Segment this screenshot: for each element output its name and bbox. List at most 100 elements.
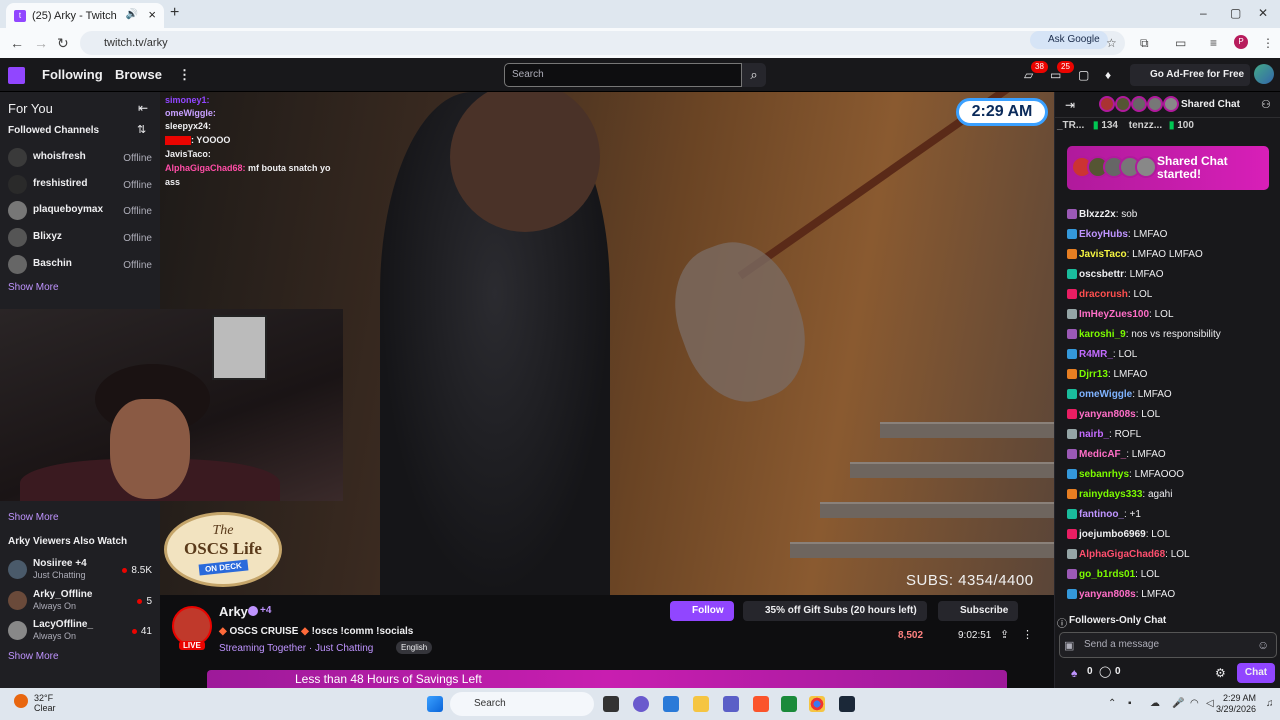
collab-count[interactable]: +4: [260, 605, 271, 616]
chat-username[interactable]: ImHeyZues100: [1079, 309, 1149, 320]
taskbar-search[interactable]: Search: [450, 692, 594, 716]
chat-input[interactable]: Send a message: [1059, 632, 1277, 658]
chat-username[interactable]: sebanrhys: [1079, 469, 1129, 480]
sidebar-item-baschin[interactable]: Baschin Offline: [8, 253, 154, 277]
maximize-icon[interactable]: ▢: [1230, 6, 1241, 20]
emote-icon[interactable]: ☺: [1257, 638, 1269, 652]
sidebar-item-freshistired[interactable]: freshistired Offline: [8, 173, 154, 197]
chat-username[interactable]: MedicAF_: [1079, 449, 1126, 460]
share-icon[interactable]: ⇪: [1000, 628, 1009, 641]
chat-username[interactable]: rainydays333: [1079, 489, 1142, 500]
profile-avatar[interactable]: P: [1234, 35, 1248, 49]
bookmark-star-icon[interactable]: ☆: [1106, 36, 1117, 50]
file-explorer-icon[interactable]: [693, 696, 709, 712]
users-icon[interactable]: ⚇: [1261, 98, 1271, 111]
wifi-icon[interactable]: ◠: [1190, 698, 1199, 709]
more-options-icon[interactable]: ⋮: [1022, 628, 1033, 641]
browser-tab[interactable]: t (25) Arky - Twitch 🔊 ×: [6, 3, 164, 28]
show-more-link[interactable]: Show More: [8, 512, 59, 523]
follow-button[interactable]: Follow: [670, 601, 734, 621]
channel-points-icon[interactable]: ♠: [1071, 666, 1077, 680]
chat-settings-icon[interactable]: ⚙: [1215, 666, 1226, 680]
chat-username[interactable]: EkoyHubs: [1079, 229, 1128, 240]
app-icon[interactable]: [781, 696, 797, 712]
close-window-icon[interactable]: ✕: [1258, 6, 1268, 20]
address-bar[interactable]: twitch.tv/arky: [80, 31, 1125, 55]
sort-icon[interactable]: ⇅: [137, 123, 146, 136]
subscribe-button[interactable]: Subscribe: [938, 601, 1019, 621]
chat-username[interactable]: go_b1rds01: [1079, 569, 1135, 580]
extensions-icon[interactable]: ⧉: [1140, 36, 1149, 51]
sidebar-item-arky-offline[interactable]: Arky_Offline Always On 5: [8, 589, 154, 615]
audio-icon[interactable]: 🔊: [126, 9, 138, 20]
mic-icon[interactable]: 🎤: [1172, 698, 1184, 709]
prime-crown-icon[interactable]: ♦: [1105, 68, 1111, 82]
chat-username[interactable]: R4MR_: [1079, 349, 1113, 360]
chat-username[interactable]: Blxzz2x: [1079, 209, 1116, 220]
language-tag[interactable]: English: [396, 641, 433, 654]
ask-google-button[interactable]: Ask Google: [1030, 31, 1108, 49]
gift-subs-button[interactable]: 35% off Gift Subs (20 hours left): [743, 601, 927, 621]
steam-icon[interactable]: [839, 696, 855, 712]
teams-icon[interactable]: [723, 696, 739, 712]
user-avatar[interactable]: [1254, 64, 1274, 84]
collapse-chat-icon[interactable]: ⇥: [1065, 98, 1075, 112]
chat-username[interactable]: fantinoo_: [1079, 509, 1124, 520]
nav-following[interactable]: Following: [42, 67, 103, 82]
whispers-icon[interactable]: ▢: [1078, 68, 1089, 82]
twitch-logo-icon[interactable]: [8, 67, 25, 84]
predictions-icon[interactable]: ◯: [1099, 665, 1111, 678]
chat-username[interactable]: dracorush: [1079, 289, 1128, 300]
chat-username[interactable]: omeWiggle: [1079, 389, 1132, 400]
chat-username[interactable]: oscsbettr: [1079, 269, 1124, 280]
cast-icon[interactable]: ▭: [1175, 36, 1186, 50]
search-icon[interactable]: ⌕: [742, 63, 766, 87]
reading-list-icon[interactable]: ≡: [1210, 36, 1217, 50]
chat-username[interactable]: AlphaGigaChad68: [1079, 549, 1165, 560]
browser-menu-icon[interactable]: ⋮: [1262, 36, 1274, 50]
more-menu-icon[interactable]: ⋮: [178, 67, 191, 83]
task-view-icon[interactable]: [603, 696, 619, 712]
collapse-sidebar-icon[interactable]: ⇤: [138, 101, 148, 115]
nav-browse[interactable]: Browse: [115, 67, 162, 82]
sidebar-item-blixyz[interactable]: Blixyz Offline: [8, 226, 154, 250]
chrome-icon[interactable]: [809, 696, 825, 712]
minimize-icon[interactable]: –: [1200, 6, 1207, 20]
brave-icon[interactable]: [753, 696, 769, 712]
reload-icon[interactable]: ↻: [57, 35, 69, 52]
shared-chat-title[interactable]: Shared Chat: [1181, 99, 1240, 110]
new-tab-button[interactable]: +: [170, 4, 179, 22]
copilot-icon[interactable]: [633, 696, 649, 712]
tray-chevron-icon[interactable]: ⌃: [1108, 698, 1116, 709]
channel-name[interactable]: Arky: [219, 604, 248, 619]
stream-category[interactable]: Streaming Together · Just Chatting: [219, 643, 373, 654]
chat-username[interactable]: karoshi_9: [1079, 329, 1126, 340]
chat-username[interactable]: yanyan808s: [1079, 409, 1136, 420]
chat-username[interactable]: Djrr13: [1079, 369, 1108, 380]
forward-icon[interactable]: →: [34, 35, 48, 51]
chat-send-button[interactable]: Chat: [1237, 663, 1275, 683]
weather-widget[interactable]: 32°F Clear: [34, 693, 56, 713]
sidebar-item-plaqueboymax[interactable]: plaqueboymax Offline: [8, 199, 154, 223]
search-input[interactable]: Search: [504, 63, 742, 87]
promo-banner[interactable]: Less than 48 Hours of Savings Left: [207, 670, 1007, 688]
tray-app-icon[interactable]: ▪: [1128, 698, 1132, 709]
bits-icon[interactable]: ▣: [1064, 639, 1074, 652]
store-icon[interactable]: [663, 696, 679, 712]
weather-icon[interactable]: [14, 694, 28, 708]
show-more-link[interactable]: Show More: [8, 651, 59, 662]
sidebar-item-nosiiree[interactable]: Nosiiree +4 Just Chatting 8.5K: [8, 558, 154, 584]
chat-username[interactable]: yanyan808s: [1079, 589, 1136, 600]
chat-username[interactable]: JavisTaco: [1079, 249, 1127, 260]
chat-username[interactable]: nairb_: [1079, 429, 1109, 440]
channel-avatar[interactable]: [172, 606, 212, 646]
windows-start-icon[interactable]: [427, 696, 443, 712]
system-clock[interactable]: 2:29 AM 3/29/2026: [1216, 693, 1256, 715]
tray-cloud-icon[interactable]: ☁: [1150, 698, 1160, 709]
sidebar-item-lacyoffline[interactable]: LacyOffline_ Always On 41: [8, 619, 154, 645]
volume-icon[interactable]: ◁: [1206, 698, 1214, 709]
notification-bell-icon[interactable]: ♫: [1266, 698, 1274, 709]
chat-username[interactable]: joejumbo6969: [1079, 529, 1146, 540]
sidebar-item-whoisfresh[interactable]: whoisfresh Offline: [8, 146, 154, 170]
back-icon[interactable]: ←: [10, 35, 24, 51]
